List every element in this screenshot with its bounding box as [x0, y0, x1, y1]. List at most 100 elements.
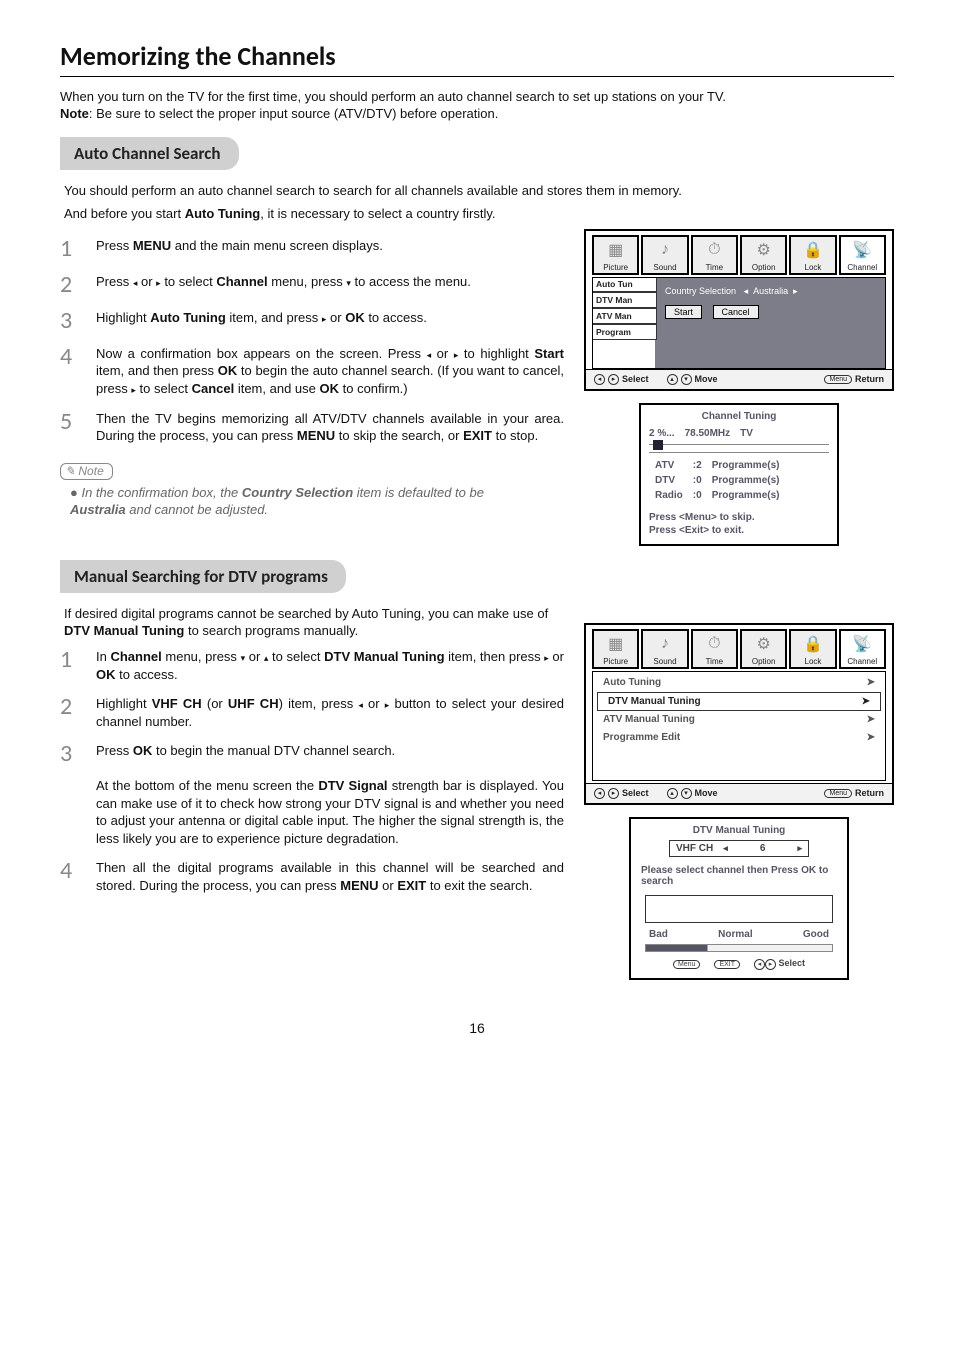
- t: Radio: [651, 489, 687, 502]
- osd-footer: ◂▸ Select ▴▾ Move Menu Return: [586, 783, 892, 803]
- page-number: 16: [60, 1020, 894, 1036]
- t: or: [326, 310, 345, 325]
- right-arrow-icon[interactable]: [793, 286, 798, 296]
- t: Picture: [603, 263, 628, 272]
- channel-label: VHF CH: [676, 843, 713, 854]
- item-atv-manual-tuning[interactable]: ATV Manual Tuning➤: [593, 711, 885, 729]
- progress-bar: [649, 442, 829, 448]
- txt-bold: Auto Tuning: [185, 206, 261, 221]
- t: or: [245, 649, 264, 664]
- t: Sound: [653, 657, 676, 666]
- chevron-right-icon: ➤: [862, 696, 870, 707]
- item-auto-tuning[interactable]: Auto Tuning➤: [593, 674, 885, 692]
- t: Channel: [847, 657, 877, 666]
- tab-sound[interactable]: ♪Sound: [641, 629, 688, 669]
- t: to select: [161, 274, 217, 289]
- submenu-atv-manual[interactable]: ATV Man: [592, 308, 657, 324]
- note-body: ● In the confirmation box, the Country S…: [70, 484, 564, 519]
- tab-picture[interactable]: ▦Picture: [592, 629, 639, 669]
- time-icon: ⏱: [708, 237, 720, 263]
- key-move: ▴▾ Move: [667, 374, 718, 385]
- step-4-body: Then all the digital programs available …: [96, 859, 564, 894]
- t: ATV: [651, 459, 687, 472]
- t: DTV Signal: [318, 778, 387, 793]
- step-number: 1: [60, 648, 96, 683]
- channel-selector-row[interactable]: VHF CH 6: [669, 840, 809, 857]
- t: Move: [695, 374, 718, 384]
- time-icon: ⏱: [708, 631, 720, 657]
- up-key-icon: ▴: [667, 788, 678, 799]
- step-2-body: Press or to select Channel menu, press t…: [96, 273, 564, 297]
- left-arrow-icon[interactable]: [723, 843, 728, 854]
- section-heading-manual-dtv: Manual Searching for DTV programs: [60, 560, 346, 593]
- t: OK: [218, 363, 238, 378]
- submenu-dtv-manual[interactable]: DTV Man: [592, 292, 657, 308]
- t: to skip the search, or: [335, 428, 463, 443]
- chevron-right-icon: ➤: [867, 714, 875, 725]
- t: and the main menu screen displays.: [171, 238, 383, 253]
- t: Time: [706, 657, 723, 666]
- tab-time[interactable]: ⏱Time: [691, 235, 738, 275]
- t: Picture: [603, 657, 628, 666]
- t: OK: [345, 310, 365, 325]
- t: :0: [689, 474, 706, 487]
- up-key-icon: ▴: [667, 374, 678, 385]
- submenu-auto-tuning[interactable]: Auto Tun: [592, 277, 657, 292]
- tab-lock[interactable]: 🔒Lock: [789, 629, 836, 669]
- t: DTV Manual Tuning: [64, 623, 184, 638]
- t: Auto Tuning: [603, 677, 661, 688]
- left-arrow-icon[interactable]: [744, 286, 749, 296]
- txt: , it is necessary to select a country fi…: [260, 206, 495, 221]
- tab-picture[interactable]: ▦Picture: [592, 235, 639, 275]
- step-number: 1: [60, 237, 96, 261]
- t: Australia: [70, 502, 126, 517]
- tab-option[interactable]: ⚙Option: [740, 235, 787, 275]
- left-key-icon: ◂: [754, 959, 765, 970]
- channel-icon: 📡: [852, 237, 872, 263]
- tab-sound[interactable]: ♪Sound: [641, 235, 688, 275]
- osd-confirm-body: Country Selection Australia Start Cancel: [655, 278, 885, 368]
- signal-strength-box: [645, 895, 833, 923]
- t: ) item, press: [279, 696, 359, 711]
- item-programme-edit[interactable]: Programme Edit➤: [593, 729, 885, 747]
- intro-paragraph: When you turn on the TV for the first ti…: [60, 89, 894, 123]
- tab-lock[interactable]: 🔒Lock: [789, 235, 836, 275]
- t: or: [431, 346, 454, 361]
- t: In the confirmation box, the: [81, 485, 241, 500]
- table-row: Radio:0Programme(s): [651, 489, 784, 502]
- t: and cannot be adjusted.: [126, 502, 268, 517]
- tab-time[interactable]: ⏱Time: [691, 629, 738, 669]
- osd-footer: ◂▸ Select ▴▾ Move Menu Return: [586, 369, 892, 389]
- t: Cancel: [192, 381, 235, 396]
- picture-icon: ▦: [608, 631, 623, 657]
- t: menu, press: [162, 649, 241, 664]
- item-dtv-manual-tuning[interactable]: DTV Manual Tuning➤: [597, 692, 881, 711]
- t: to select: [136, 381, 192, 396]
- t: Time: [706, 263, 723, 272]
- popup-info-text: Please select channel then Press OK to s…: [641, 865, 837, 887]
- osd-auto-tuning-confirm: ▦Picture ♪Sound ⏱Time ⚙Option 🔒Lock 📡Cha…: [584, 229, 894, 391]
- t: to select: [268, 649, 324, 664]
- cancel-button[interactable]: Cancel: [713, 305, 759, 319]
- right-arrow-icon[interactable]: [797, 843, 802, 854]
- step-5-body: Then the TV begins memorizing all ATV/DT…: [96, 410, 564, 445]
- key-return: Menu Return: [824, 374, 884, 384]
- t: to access.: [365, 310, 427, 325]
- submenu-programme-edit[interactable]: Program: [592, 324, 657, 340]
- step-3-body: Press OK to begin the manual DTV channel…: [96, 742, 564, 847]
- t: to highlight: [458, 346, 534, 361]
- t: Start: [534, 346, 564, 361]
- step-number: 5: [60, 410, 96, 445]
- tab-option[interactable]: ⚙Option: [740, 629, 787, 669]
- left-key-icon: ◂: [594, 788, 605, 799]
- t: Return: [855, 374, 884, 384]
- start-button[interactable]: Start: [665, 305, 702, 319]
- tab-channel[interactable]: 📡Channel: [839, 629, 886, 669]
- t: Select: [622, 374, 649, 384]
- tab-channel[interactable]: 📡Channel: [839, 235, 886, 275]
- t: Programme Edit: [603, 732, 680, 743]
- t: Lock: [805, 263, 822, 272]
- t: or: [379, 878, 398, 893]
- t: DTV Manual Tuning: [324, 649, 444, 664]
- lock-icon: 🔒: [803, 631, 823, 657]
